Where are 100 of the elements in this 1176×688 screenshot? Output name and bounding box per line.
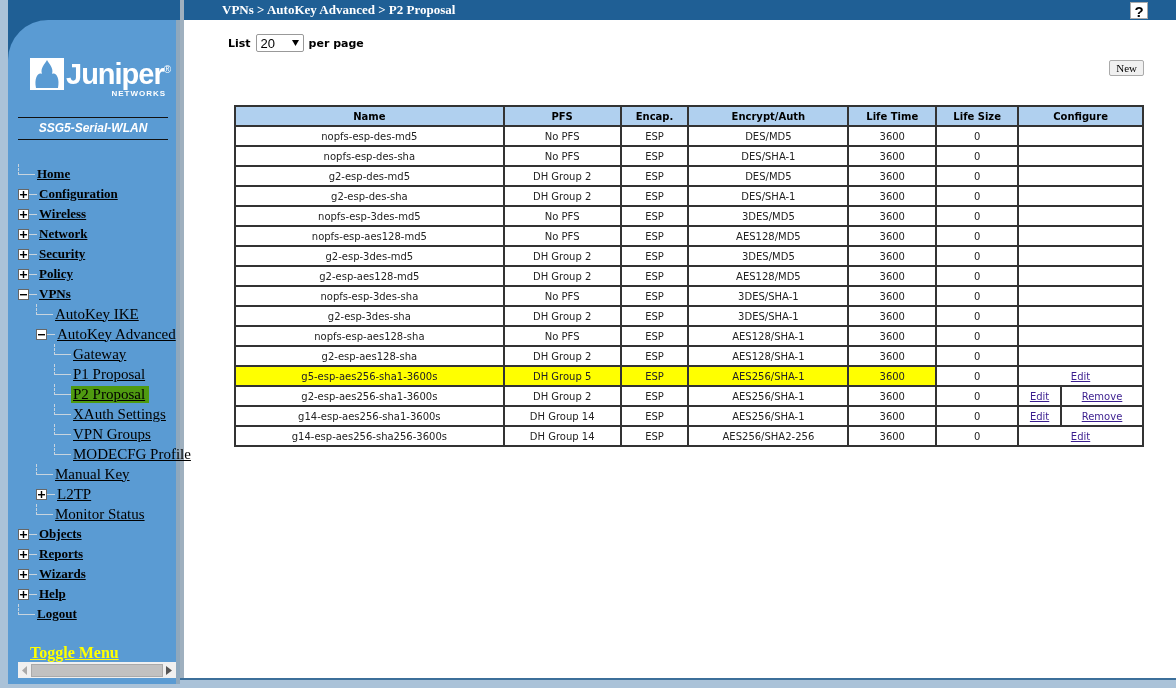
expand-icon[interactable] — [18, 268, 29, 280]
table-cell: nopfs-esp-aes128-md5 — [235, 226, 504, 246]
expand-icon[interactable] — [18, 588, 29, 600]
collapse-icon[interactable] — [36, 328, 47, 340]
table-cell: g14-esp-aes256-sha1-3600s — [235, 406, 504, 426]
table-cell: g2-esp-3des-sha — [235, 306, 504, 326]
help-button[interactable]: ? — [1130, 1, 1148, 19]
table-cell: DH Group 2 — [503, 166, 621, 186]
menu-item[interactable]: VPN Groups — [71, 425, 155, 443]
table-cell: ESP — [620, 146, 689, 166]
collapse-icon[interactable] — [18, 288, 29, 300]
menu-item[interactable]: Reports — [37, 546, 88, 562]
table-cell: AES256/SHA-1 — [688, 386, 849, 406]
table-cell: 0 — [936, 146, 1019, 166]
expand-icon[interactable] — [18, 568, 29, 580]
table-cell: ESP — [620, 426, 689, 446]
table-cell: 3600 — [848, 426, 937, 446]
menu-item[interactable]: Security — [37, 246, 90, 262]
menu-item[interactable]: P1 Proposal — [71, 365, 150, 383]
table-cell: DES/MD5 — [688, 126, 849, 146]
expand-icon[interactable] — [18, 208, 29, 220]
table-cell: No PFS — [503, 126, 621, 146]
table-cell: 3600 — [848, 326, 937, 346]
table-cell: 0 — [936, 306, 1019, 326]
new-button[interactable]: New — [1109, 60, 1144, 76]
expand-icon[interactable] — [18, 188, 29, 200]
menu-item[interactable]: AutoKey IKE — [53, 305, 143, 323]
table-cell: g2-esp-3des-md5 — [235, 246, 504, 266]
table-cell: 0 — [936, 386, 1019, 406]
table-cell: ESP — [620, 406, 689, 426]
scroll-right-icon[interactable] — [166, 665, 172, 675]
table-cell: AES256/SHA2-256 — [688, 426, 849, 446]
table-cell: DH Group 2 — [503, 246, 621, 266]
table-cell: 0 — [936, 346, 1019, 366]
table-cell: 0 — [936, 266, 1019, 286]
table-cell: AES128/MD5 — [688, 266, 849, 286]
juniper-logo: Juniper$^{®}$ NETWORKS — [30, 58, 176, 98]
breadcrumb: VPNs > AutoKey Advanced > P2 Proposal — [222, 2, 457, 18]
menu-item[interactable]: Objects — [37, 526, 86, 542]
column-header: Name — [235, 106, 504, 126]
table-cell: nopfs-esp-3des-md5 — [235, 206, 504, 226]
menu-item[interactable]: AutoKey Advanced — [55, 325, 180, 343]
table-cell: 0 — [936, 186, 1019, 206]
column-header: Configure — [1018, 106, 1143, 126]
per-page-label: per page — [308, 36, 364, 50]
table-cell: DH Group 2 — [503, 186, 621, 206]
table-cell: ESP — [620, 306, 689, 326]
table-cell: g2-esp-des-sha — [235, 186, 504, 206]
table-cell: 3600 — [848, 226, 937, 246]
device-name: SSG5-Serial-WLAN — [18, 117, 168, 140]
expand-icon[interactable] — [18, 248, 29, 260]
table-cell: nopfs-esp-des-sha — [235, 146, 504, 166]
menu-item[interactable]: Configuration — [37, 186, 122, 202]
table-cell: ESP — [620, 286, 689, 306]
table-cell: No PFS — [503, 146, 621, 166]
menu-item[interactable]: XAuth Settings — [71, 405, 170, 423]
menu-item[interactable]: Logout — [35, 606, 81, 622]
table-cell: 3600 — [848, 386, 937, 406]
table-cell: 0 — [936, 206, 1019, 226]
table-cell: 3600 — [848, 146, 937, 166]
dropdown-arrow-icon[interactable] — [291, 40, 299, 46]
table-cell: 0 — [936, 366, 1019, 386]
column-header: PFS — [503, 106, 621, 126]
menu-item[interactable]: Help — [37, 586, 70, 602]
table-cell: 3600 — [848, 186, 937, 206]
table-cell: DH Group 2 — [503, 386, 621, 406]
horizontal-scrollbar[interactable] — [18, 662, 176, 678]
table-cell: 0 — [936, 406, 1019, 426]
table-cell: 3600 — [848, 246, 937, 266]
menu-item[interactable]: Gateway — [71, 345, 131, 363]
table-cell: 3600 — [848, 206, 937, 226]
menu-item[interactable]: Monitor Status — [53, 505, 149, 523]
table-cell: DES/SHA-1 — [688, 146, 849, 166]
table-cell: 3DES/SHA-1 — [688, 286, 849, 306]
menu-item[interactable]: Policy — [37, 266, 77, 282]
table-cell: ESP — [620, 186, 689, 206]
expand-icon[interactable] — [18, 528, 29, 540]
expand-icon[interactable] — [36, 488, 47, 500]
table-cell: nopfs-esp-aes128-sha — [235, 326, 504, 346]
menu-item[interactable]: Manual Key — [53, 465, 134, 483]
expand-icon[interactable] — [18, 548, 29, 560]
page-size-dropdown[interactable]: 20 — [255, 34, 304, 52]
menu-item[interactable]: Home — [35, 166, 75, 182]
edit-link[interactable]: Edit — [1070, 430, 1091, 442]
menu-item[interactable]: Wizards — [37, 566, 90, 582]
table-cell: 0 — [936, 246, 1019, 266]
table-cell: nopfs-esp-des-md5 — [235, 126, 504, 146]
menu-item[interactable]: Wireless — [37, 206, 91, 222]
table-cell: AES128/SHA-1 — [688, 326, 849, 346]
table-cell: ESP — [620, 166, 689, 186]
table-cell: No PFS — [503, 286, 621, 306]
table-cell: 3DES/SHA-1 — [688, 306, 849, 326]
menu-item[interactable]: P2 Proposal — [71, 385, 150, 403]
menu-item[interactable]: VPNs — [37, 286, 75, 302]
edit-link[interactable]: Edit — [1070, 370, 1091, 382]
menu-item[interactable]: L2TP — [55, 485, 96, 503]
column-header: Life Size — [936, 106, 1019, 126]
expand-icon[interactable] — [18, 228, 29, 240]
menu-item[interactable]: Network — [37, 226, 92, 242]
column-header: Life Time — [848, 106, 937, 126]
